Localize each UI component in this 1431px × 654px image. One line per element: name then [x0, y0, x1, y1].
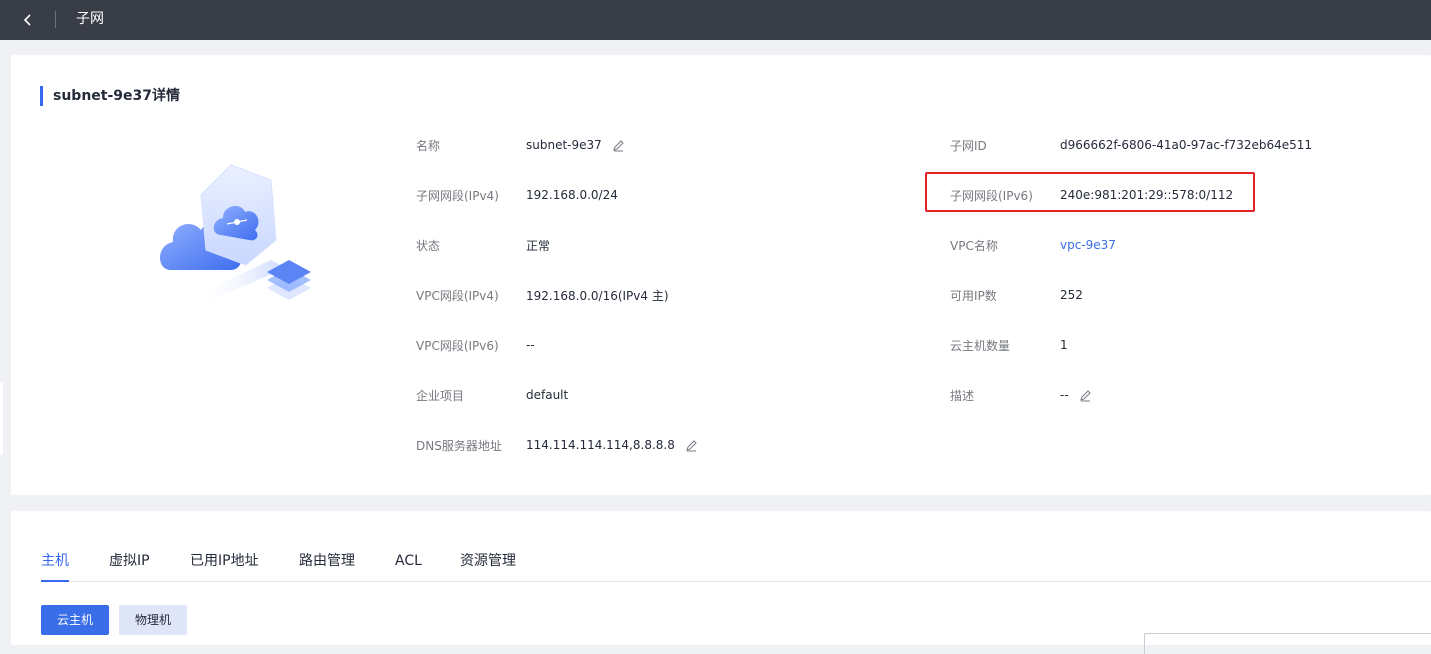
section-title: subnet-9e37详情 — [40, 86, 180, 106]
top-bar: 子网 — [0, 0, 1431, 40]
divider — [55, 11, 56, 28]
label-vpc-ipv4: VPC网段(IPv4) — [416, 288, 499, 303]
field-vpc-ipv6: VPC网段(IPv6) -- — [416, 335, 896, 355]
value-subnet-id: d966662f-6806-41a0-97ac-f732eb64e511 — [1060, 138, 1313, 152]
label-name: 名称 — [416, 138, 441, 153]
label-description: 描述 — [950, 388, 975, 403]
field-enterprise-project: 企业项目 default — [416, 385, 896, 405]
tab-host[interactable]: 主机 — [41, 549, 69, 582]
field-host-count: 云主机数量 1 — [950, 335, 1420, 355]
field-available-ips: 可用IP数 252 — [950, 285, 1420, 305]
back-button[interactable] — [18, 10, 38, 30]
cloud-illustration — [159, 164, 311, 300]
field-name: 名称 subnet-9e37 — [416, 135, 896, 155]
page-title: 子网 — [76, 11, 104, 27]
cloud-host-button[interactable]: 云主机 — [41, 605, 109, 635]
label-vpc-ipv6: VPC网段(IPv6) — [416, 338, 499, 353]
value-enterprise-project: default — [526, 388, 569, 402]
side-handle[interactable] — [0, 383, 3, 455]
label-enterprise-project: 企业项目 — [416, 388, 465, 403]
edit-icon[interactable] — [685, 439, 698, 452]
field-status: 状态 正常 — [416, 235, 896, 255]
value-host-count: 1 — [1060, 338, 1068, 352]
value-status: 正常 — [526, 238, 551, 253]
tabs-card: 主机 虚拟IP 已用IP地址 路由管理 ACL 资源管理 云主机 物理机 — [11, 511, 1431, 654]
value-vpc-ipv4: 192.168.0.0/16(IPv4 主) — [526, 288, 669, 303]
tab-route[interactable]: 路由管理 — [299, 549, 355, 573]
edit-icon[interactable] — [612, 139, 625, 152]
label-dns: DNS服务器地址 — [416, 438, 502, 453]
value-description: -- — [1060, 388, 1092, 402]
tab-resource[interactable]: 资源管理 — [460, 549, 516, 573]
search-input[interactable] — [1144, 633, 1431, 654]
detail-card: subnet-9e37详情 名称 subnet-9e37 子网网段(IPv4) … — [11, 55, 1431, 495]
label-subnet-id: 子网ID — [950, 138, 987, 153]
value-name: subnet-9e37 — [526, 138, 625, 152]
label-status: 状态 — [416, 238, 441, 253]
field-description: 描述 -- — [950, 385, 1420, 405]
value-available-ips: 252 — [1060, 288, 1083, 302]
field-vpc-ipv4: VPC网段(IPv4) 192.168.0.0/16(IPv4 主) — [416, 285, 896, 305]
physical-host-button[interactable]: 物理机 — [119, 605, 187, 635]
label-host-count: 云主机数量 — [950, 338, 1011, 353]
tab-virtual-ip[interactable]: 虚拟IP — [109, 549, 150, 573]
tab-acl[interactable]: ACL — [395, 549, 422, 573]
tab-bar: 主机 虚拟IP 已用IP地址 路由管理 ACL 资源管理 — [41, 549, 1431, 582]
label-vpc-name: VPC名称 — [950, 238, 998, 253]
chevron-left-icon — [23, 14, 31, 26]
field-subnet-id: 子网ID d966662f-6806-41a0-97ac-f732eb64e51… — [950, 135, 1420, 155]
vpc-name-link[interactable]: vpc-9e37 — [1060, 238, 1116, 252]
label-available-ips: 可用IP数 — [950, 288, 997, 303]
value-subnet-ipv4: 192.168.0.0/24 — [526, 188, 618, 202]
tab-used-ip[interactable]: 已用IP地址 — [190, 549, 259, 573]
value-dns: 114.114.114.114,8.8.8.8 — [526, 438, 698, 452]
field-vpc-name: VPC名称 vpc-9e37 — [950, 235, 1420, 255]
label-subnet-ipv4: 子网网段(IPv4) — [416, 188, 499, 203]
value-vpc-name: vpc-9e37 — [1060, 238, 1116, 252]
highlight-box — [925, 172, 1255, 212]
field-subnet-ipv4: 子网网段(IPv4) 192.168.0.0/24 — [416, 185, 896, 205]
edit-icon[interactable] — [1079, 389, 1092, 402]
value-vpc-ipv6: -- — [526, 338, 535, 352]
field-dns: DNS服务器地址 114.114.114.114,8.8.8.8 — [416, 435, 896, 455]
